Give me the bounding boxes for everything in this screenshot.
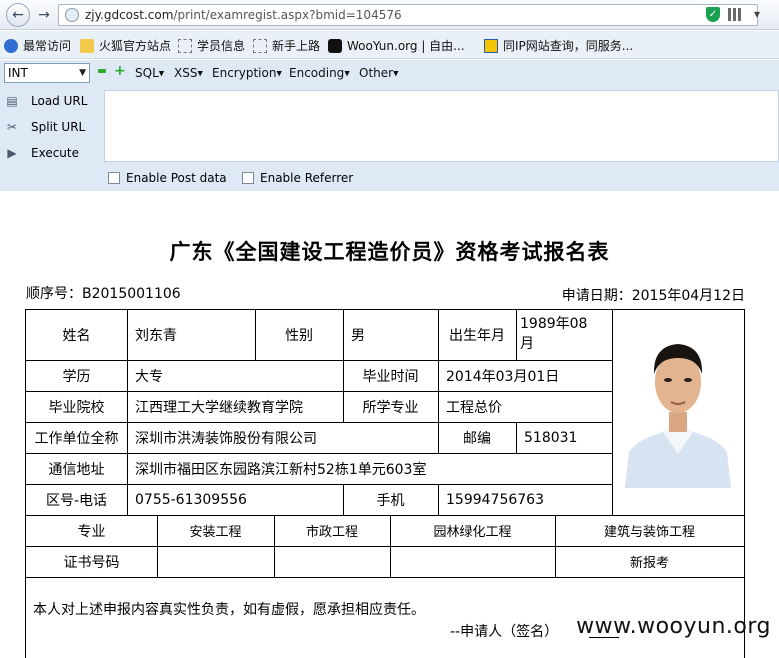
name-label: 姓名 xyxy=(62,328,91,344)
specialty-label: 专业 xyxy=(77,523,106,540)
education-label: 学历 xyxy=(62,368,91,385)
major-label: 所学专业 xyxy=(362,399,419,416)
plus-icon[interactable]: + xyxy=(114,64,126,78)
page-icon xyxy=(178,38,192,53)
sequence-number: 顺序号：B2015001106 xyxy=(26,286,181,302)
url-text: zjy.gdcost.com/print/examregist.aspx?bmi… xyxy=(85,8,402,22)
school-label: 毕业院校 xyxy=(48,399,105,416)
chevron-down-icon: ▼ xyxy=(276,69,282,78)
load-url-button[interactable]: ▤ Load URL xyxy=(0,90,104,112)
bookmark-student-info[interactable]: 学员信息 xyxy=(178,37,245,54)
checkbox-icon xyxy=(242,172,254,184)
shield-icon[interactable]: ✓ xyxy=(706,7,720,22)
birth-label: 出生年月 xyxy=(449,328,505,344)
specialty-installation: 安装工程 xyxy=(189,525,242,540)
dropdown-arrow-icon[interactable]: ▾ xyxy=(754,7,760,21)
specialty-landscape: 园林绿化工程 xyxy=(433,525,512,540)
load-icon: ▤ xyxy=(6,94,18,108)
forward-arrow-icon: → xyxy=(38,7,50,23)
page-icon xyxy=(253,38,267,53)
execute-button[interactable]: ▶ Execute xyxy=(0,142,104,164)
specialty-decoration: 建筑与装饰工程 xyxy=(603,525,695,540)
chevron-down-icon: ▼ xyxy=(158,69,165,78)
education-value: 大专 xyxy=(135,368,163,385)
zip-value: 518031 xyxy=(524,429,578,446)
cert-landscape xyxy=(390,546,555,577)
play-icon: ▶ xyxy=(7,146,17,160)
declaration-text: 本人对上述申报内容真实性负责，如有虚假，愿承担相应责任。 xyxy=(33,602,425,618)
wooyun-icon xyxy=(328,38,342,53)
address-bar[interactable]: zjy.gdcost.com/print/examregist.aspx?bmi… xyxy=(58,4,758,26)
enable-post-checkbox[interactable]: Enable Post data xyxy=(108,171,227,185)
phone-label: 区号-电话 xyxy=(45,492,108,509)
minus-icon[interactable] xyxy=(98,69,106,73)
split-url-button[interactable]: ✂ Split URL xyxy=(0,116,104,138)
menu-xss[interactable]: XSS▼ xyxy=(174,66,203,80)
scissors-icon: ✂ xyxy=(6,120,18,134)
forward-button[interactable]: → xyxy=(33,3,55,27)
bookmarks-toolbar: 最常访问 火狐官方站点 学员信息 新手上路 WooYun.org | 自由...… xyxy=(0,31,779,59)
checkbox-icon xyxy=(108,172,120,184)
bookmark-getting-started[interactable]: 新手上路 xyxy=(253,37,320,54)
mobile-label: 手机 xyxy=(376,492,405,509)
applicant-photo xyxy=(623,324,733,488)
hackbar-panel: INT ▼ + SQL▼ XSS▼ Encryption▼ Encoding▼ O… xyxy=(0,60,779,191)
cert-municipal xyxy=(274,546,390,577)
specialty-municipal: 市政工程 xyxy=(305,525,358,540)
chevron-down-icon: ▼ xyxy=(393,69,399,78)
url-textarea[interactable] xyxy=(104,90,779,162)
type-select[interactable]: INT ▼ xyxy=(4,63,90,83)
graduation-time-label: 毕业时间 xyxy=(362,368,419,385)
watermark: www.wooyun.org xyxy=(576,614,771,639)
mobile-value: 15994756763 xyxy=(446,491,544,508)
gender-label: 性别 xyxy=(285,328,313,344)
menu-encoding[interactable]: Encoding▼ xyxy=(289,66,350,80)
address-value: 深圳市福田区东园路滨江新村52栋1单元603室 xyxy=(135,461,427,478)
bookmark-ip-lookup[interactable]: 同IP网站查询，同服务... xyxy=(484,37,633,54)
phone-value: 0755-61309556 xyxy=(135,491,247,508)
bookmark-most-visited[interactable]: 最常访问 xyxy=(4,37,71,54)
folder-icon xyxy=(80,38,94,53)
employer-label: 工作单位全称 xyxy=(34,430,119,447)
name-value: 刘东青 xyxy=(135,328,177,344)
graduation-time-value: 2014年03月01日 xyxy=(446,368,560,385)
enable-referrer-checkbox[interactable]: Enable Referrer xyxy=(242,171,353,185)
back-button[interactable]: ← xyxy=(6,3,30,27)
globe-icon xyxy=(65,8,79,22)
menu-other[interactable]: Other▼ xyxy=(359,66,398,80)
chevron-down-icon: ▼ xyxy=(344,69,350,78)
navigation-toolbar: ← → zjy.gdcost.com/print/examregist.aspx… xyxy=(0,0,779,30)
address-label: 通信地址 xyxy=(48,461,105,478)
registration-form: 姓名 刘东青 性别 男 出生年月 1989年08 月 学历 大专 毕业时间 201… xyxy=(25,309,745,658)
menu-encryption[interactable]: Encryption▼ xyxy=(212,66,282,80)
cert-decoration: 新报考 xyxy=(629,556,669,571)
zip-label: 邮编 xyxy=(463,430,491,447)
signer-label: --申请人（签名） xyxy=(450,624,559,640)
back-arrow-icon: ← xyxy=(12,7,24,23)
bookmark-firefox-site[interactable]: 火狐官方站点 xyxy=(80,37,171,54)
cert-installation xyxy=(157,546,274,577)
card-icon xyxy=(484,38,498,53)
chevron-down-icon: ▼ xyxy=(197,69,203,78)
employer-value: 深圳市洪涛装饰股份有限公司 xyxy=(135,430,317,447)
birth-value: 1989年08 月 xyxy=(520,316,588,352)
cert-label: 证书号码 xyxy=(63,554,120,571)
gender-value: 男 xyxy=(351,328,365,344)
bookmark-wooyun[interactable]: WooYun.org | 自由... xyxy=(328,37,465,54)
school-value: 江西理工大学继续教育学院 xyxy=(135,399,303,416)
hackbar-actions: ▤ Load URL ✂ Split URL ▶ Execute xyxy=(0,90,104,196)
application-date: 申请日期：2015年04月12日 xyxy=(561,288,745,304)
search-icon xyxy=(4,38,18,53)
page-title: 广东《全国建设工程造价员》资格考试报名表 xyxy=(169,239,610,264)
major-value: 工程总价 xyxy=(446,399,502,416)
menu-sql[interactable]: SQL▼ xyxy=(135,66,164,80)
chevron-down-icon: ▼ xyxy=(79,68,86,78)
qrcode-icon[interactable] xyxy=(728,8,741,21)
